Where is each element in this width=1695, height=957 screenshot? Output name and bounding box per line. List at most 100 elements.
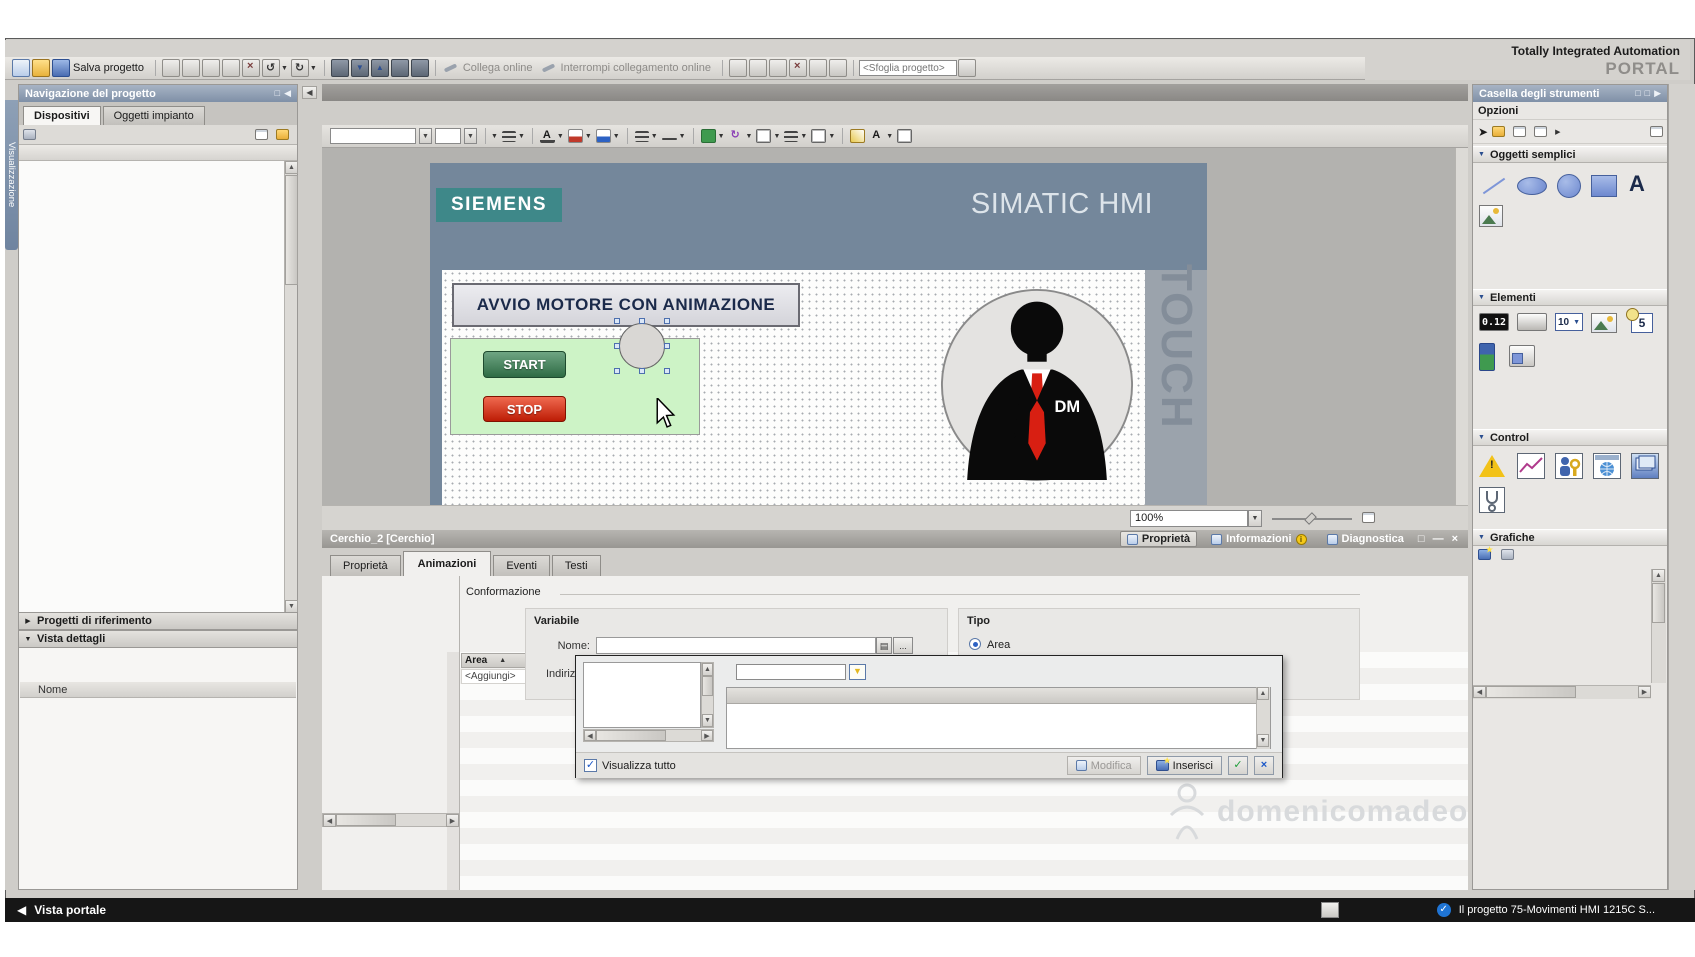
open-project-icon[interactable] <box>32 59 50 77</box>
go-offline-icon[interactable] <box>540 59 558 77</box>
arrange-dropdown-icon[interactable] <box>773 133 780 140</box>
selection-handle[interactable] <box>639 368 645 374</box>
zoom-dropdown-icon[interactable] <box>1248 510 1262 527</box>
align-dropdown-icon[interactable] <box>518 133 525 140</box>
nome-input[interactable] <box>596 637 876 654</box>
tag-filter-input[interactable] <box>736 664 846 680</box>
selection-handle[interactable] <box>614 368 620 374</box>
scroll-thumb[interactable] <box>1486 686 1576 698</box>
selection-handle[interactable] <box>614 318 620 324</box>
tag-text-dropdown-icon[interactable] <box>886 133 893 140</box>
visualizzazione-edge-tab[interactable]: Visualizzazione <box>5 100 18 250</box>
plc-tree-hscrollbar[interactable] <box>583 729 714 742</box>
font-family-dropdown-icon[interactable] <box>419 128 432 144</box>
font-style-dropdown-icon[interactable] <box>491 133 498 140</box>
tag-table-icon[interactable]: ▤ <box>876 637 892 654</box>
start-button-object[interactable]: START <box>483 351 566 378</box>
graphic-io-tool-icon[interactable] <box>1591 313 1617 333</box>
compile-icon[interactable] <box>331 59 349 77</box>
scroll-up-icon[interactable] <box>702 663 713 676</box>
cross-references-icon[interactable] <box>789 59 807 77</box>
section-vista-dettagli[interactable]: Vista dettagli <box>18 630 298 648</box>
project-search-input[interactable] <box>859 60 957 76</box>
line-weight-icon[interactable] <box>662 138 677 140</box>
line-style-icon[interactable] <box>635 131 649 142</box>
tab-dispositivi[interactable]: Dispositivi <box>23 106 101 125</box>
rectangle-tool-icon[interactable] <box>1591 175 1617 197</box>
scroll-thumb[interactable] <box>702 676 713 696</box>
screen-editor-canvas[interactable]: TOUCH SIEMENS SIMATIC HMI AVVIO MOTORE C… <box>322 148 1455 505</box>
start-simulation-icon[interactable] <box>391 59 409 77</box>
switch-tool-icon[interactable] <box>1509 345 1535 367</box>
upload-from-device-icon[interactable] <box>371 59 389 77</box>
device-filter-icon[interactable] <box>23 129 36 140</box>
add-graphic-icon[interactable] <box>1478 549 1491 560</box>
plc-tree-scrollbar[interactable] <box>701 662 714 728</box>
scroll-down-icon[interactable] <box>1257 734 1269 747</box>
redo-dropdown-icon[interactable] <box>310 65 317 72</box>
inspector-tab-diagnostica[interactable]: Diagnostica <box>1321 532 1410 546</box>
selection-handle[interactable] <box>664 368 670 374</box>
go-offline-button[interactable]: Interrompi collegamento online <box>561 62 711 74</box>
go-online-icon[interactable] <box>442 59 460 77</box>
more-tools-icon[interactable] <box>1555 128 1560 136</box>
collapse-section-icon[interactable] <box>1478 434 1485 441</box>
border-color-dropdown-icon[interactable] <box>613 133 620 140</box>
section-grafiche[interactable]: Grafiche <box>1473 529 1667 546</box>
scroll-right-icon[interactable] <box>701 730 713 741</box>
distribute-dropdown-icon[interactable] <box>828 133 835 140</box>
format-painter-icon[interactable] <box>850 129 865 143</box>
selection-handle[interactable] <box>639 318 645 324</box>
large-icons-toggle-icon[interactable] <box>1650 126 1663 137</box>
system-diagnostics-tool-icon[interactable] <box>1479 487 1505 513</box>
expander-open-icon[interactable] <box>23 636 33 643</box>
sort-icon[interactable] <box>276 129 289 140</box>
float-inspector-icon[interactable] <box>1418 533 1425 545</box>
border-color-icon[interactable] <box>596 129 611 143</box>
expander-closed-icon[interactable] <box>23 617 33 625</box>
rotate-object-icon[interactable] <box>729 129 744 143</box>
stop-button-object[interactable]: STOP <box>483 396 566 422</box>
scroll-thumb[interactable] <box>285 175 298 285</box>
bar-tool-icon[interactable] <box>1479 343 1495 371</box>
grid-view-icon[interactable] <box>1534 126 1547 137</box>
align-text-icon[interactable] <box>502 131 516 142</box>
delete-icon[interactable] <box>242 59 260 77</box>
html-browser-tool-icon[interactable] <box>1593 453 1621 479</box>
align-objects-icon[interactable] <box>784 131 798 142</box>
collapse-panel-icon[interactable] <box>284 88 291 99</box>
undo-dropdown-icon[interactable] <box>281 65 288 72</box>
modifica-button[interactable]: Modifica <box>1067 756 1141 775</box>
subtab-testi[interactable]: Testi <box>552 555 601 576</box>
distribute-icon[interactable] <box>811 129 826 143</box>
search-project-icon[interactable] <box>958 59 976 77</box>
expand-panel-icon[interactable] <box>1654 88 1661 99</box>
scroll-up-icon[interactable] <box>285 161 298 174</box>
font-color-icon[interactable] <box>540 129 555 143</box>
split-horizontal-icon[interactable] <box>809 59 827 77</box>
collapse-section-icon[interactable] <box>1478 151 1485 158</box>
tag-table-scrollbar[interactable] <box>1256 687 1270 749</box>
collapse-section-icon[interactable] <box>1478 534 1485 541</box>
project-tree-scrollbar[interactable] <box>284 161 297 613</box>
collapse-inspector-icon[interactable] <box>1433 533 1444 545</box>
collapse-section-icon[interactable] <box>1478 294 1485 301</box>
new-project-icon[interactable] <box>12 59 30 77</box>
section-elementi[interactable]: Elementi <box>1473 289 1667 306</box>
button-tool-icon[interactable] <box>1517 313 1547 331</box>
scroll-right-icon[interactable] <box>1638 686 1651 698</box>
save-project-button[interactable]: Salva progetto <box>73 62 144 74</box>
zoom-slider-thumb[interactable] <box>1304 512 1317 525</box>
float-panel-icon[interactable] <box>1635 88 1640 99</box>
inspector-tab-proprieta[interactable]: Proprietà <box>1120 531 1197 547</box>
selection-handle[interactable] <box>614 343 620 349</box>
graphics-scrollbar[interactable] <box>1651 569 1666 683</box>
redo-icon[interactable] <box>291 59 309 77</box>
alarm-view-tool-icon[interactable] <box>1479 455 1505 477</box>
close-inspector-icon[interactable] <box>1452 533 1458 545</box>
graphic-view-tool-icon[interactable] <box>1479 205 1503 227</box>
inserisci-button[interactable]: Inserisci <box>1147 756 1222 775</box>
table-view-icon[interactable] <box>255 129 268 140</box>
subtab-animazioni[interactable]: Animazioni <box>403 551 492 576</box>
collapse-left-panel-icon[interactable] <box>302 86 317 99</box>
